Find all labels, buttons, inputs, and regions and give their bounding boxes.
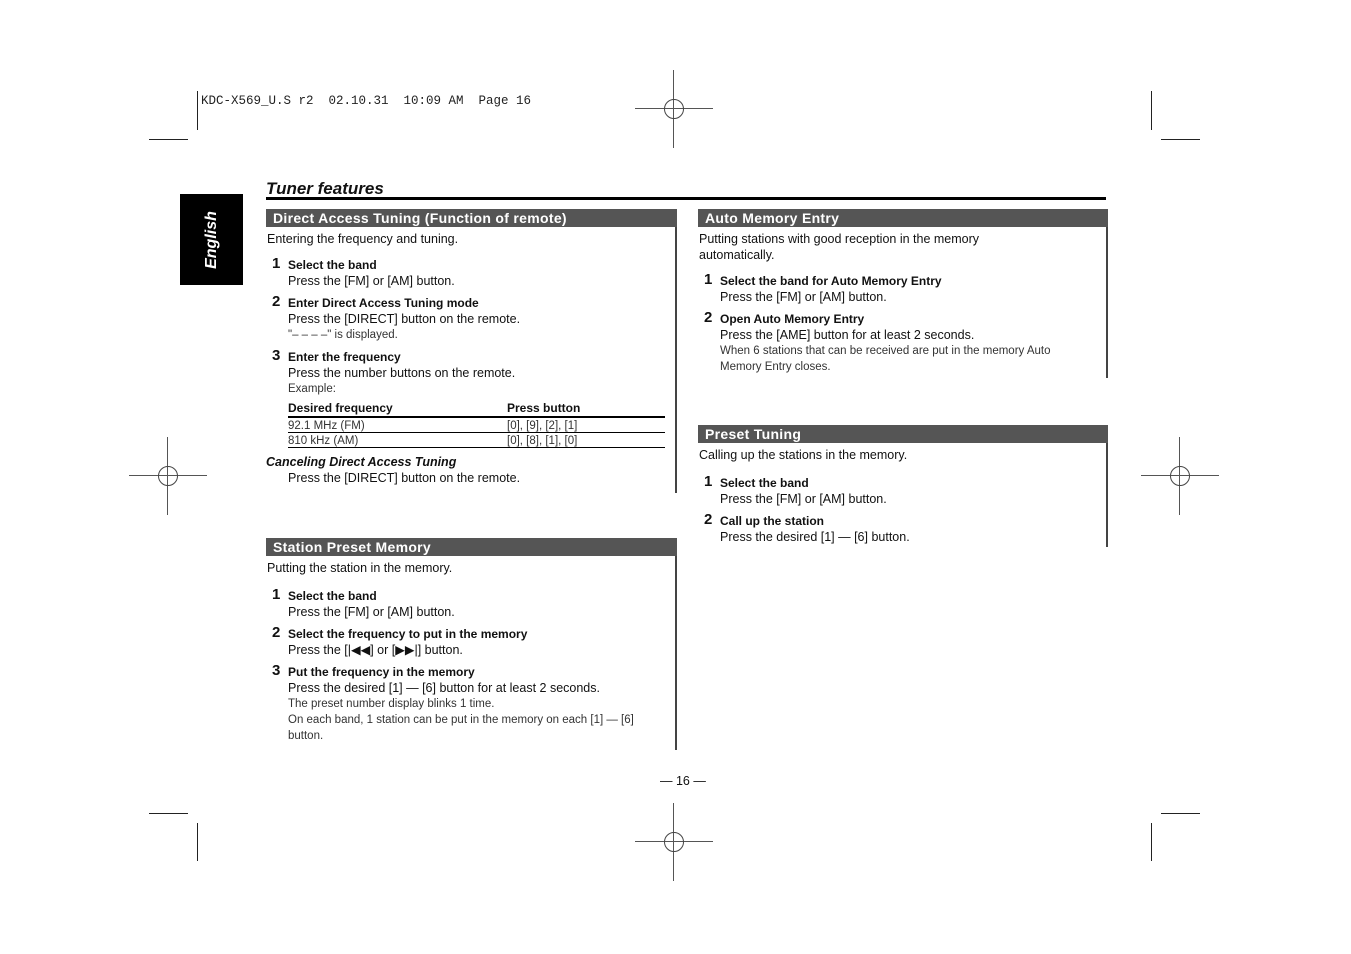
step-note: "– – – –" is displayed. — [288, 329, 398, 341]
step-desc: Press the desired [1] — [6] button. — [720, 530, 910, 544]
step: 2 Enter Direct Access Tuning mode Press … — [266, 293, 675, 343]
registration-mark-icon — [635, 70, 713, 148]
step-number: 2 — [272, 624, 281, 641]
section-intro: Entering the frequency and tuning. — [267, 232, 459, 246]
registration-mark-icon — [129, 437, 207, 515]
language-tab-label: English — [202, 210, 220, 269]
step-title: Select the frequency to put in the memor… — [288, 627, 528, 641]
step: 2 Call up the station Press the desired … — [698, 511, 1106, 545]
step-desc: Press the [AME] button for at least 2 se… — [720, 328, 975, 342]
crop-mark — [1161, 813, 1200, 814]
section-intro: Putting the station in the memory. — [267, 561, 453, 575]
step: 1 Select the band for Auto Memory Entry … — [698, 271, 1106, 305]
step: 1 Select the band Press the [FM] or [AM]… — [266, 586, 675, 620]
section-intro: Putting stations with good reception in … — [699, 232, 980, 262]
cancel-heading: Canceling Direct Access Tuning — [266, 455, 457, 469]
step-number: 1 — [272, 255, 281, 272]
step-number: 1 — [272, 586, 281, 603]
step-desc: Press the [FM] or [AM] button. — [288, 605, 455, 619]
step: 3 Put the frequency in the memory Press … — [266, 662, 675, 744]
step: 1 Select the band Press the [FM] or [AM]… — [698, 473, 1106, 507]
cancel-desc: Press the [DIRECT] button on the remote. — [288, 471, 521, 485]
registration-mark-icon — [1141, 437, 1219, 515]
step-desc: Press the [FM] or [AM] button. — [720, 492, 887, 506]
crop-mark — [149, 139, 188, 140]
step-note: The preset number display blinks 1 time. — [288, 698, 495, 710]
section-heading: Auto Memory Entry — [698, 209, 1108, 227]
step-note: When 6 stations that can be received are… — [720, 345, 1051, 373]
crop-mark — [149, 813, 188, 814]
crop-mark — [1151, 91, 1152, 130]
step-title: Select the band — [720, 476, 809, 490]
title-rule — [266, 197, 1106, 200]
step: 2 Open Auto Memory Entry Press the [AME]… — [698, 309, 1106, 375]
print-slug: KDC-X569_U.S r2 02.10.31 10:09 AM Page 1… — [201, 94, 532, 108]
crop-mark — [197, 91, 198, 130]
page-title: Tuner features — [266, 179, 384, 198]
table-cell: 92.1 MHz (FM) — [288, 417, 507, 433]
table-cell: 810 kHz (AM) — [288, 432, 507, 448]
step-note: On each band, 1 station can be put in th… — [288, 714, 634, 742]
step-title: Select the band for Auto Memory Entry — [720, 274, 942, 288]
section-direct-access: Direct Access Tuning (Function of remote… — [266, 209, 677, 493]
step: 1 Select the band Press the [FM] or [AM]… — [266, 255, 675, 289]
step-desc: Press the [FM] or [AM] button. — [720, 290, 887, 304]
step-number: 3 — [272, 347, 281, 364]
table-row: 92.1 MHz (FM) [0], [9], [2], [1] — [288, 417, 665, 433]
table-header: Press button — [507, 399, 665, 418]
step: 3 Enter the frequency Press the number b… — [266, 347, 675, 448]
section-station-preset: Station Preset Memory Putting the statio… — [266, 538, 677, 750]
step-note: Example: — [288, 383, 336, 395]
crop-mark — [1151, 823, 1152, 861]
step-title: Enter the frequency — [288, 350, 401, 364]
step-desc: Press the number buttons on the remote. — [288, 366, 516, 380]
step-number: 2 — [704, 309, 713, 326]
page-number: — 16 — — [660, 774, 706, 788]
table-cell: [0], [9], [2], [1] — [507, 417, 665, 433]
step-desc: Press the [FM] or [AM] button. — [288, 274, 455, 288]
section-auto-memory: Auto Memory Entry Putting stations with … — [698, 209, 1108, 378]
step-title: Call up the station — [720, 514, 825, 528]
section-intro: Calling up the stations in the memory. — [699, 448, 908, 462]
step-desc: Press the desired [1] — [6] button for a… — [288, 681, 600, 695]
step-number: 2 — [704, 511, 713, 528]
section-heading: Preset Tuning — [698, 425, 1108, 443]
section-heading: Direct Access Tuning (Function of remote… — [266, 209, 677, 227]
crop-mark — [1161, 139, 1200, 140]
step-number: 1 — [704, 473, 713, 490]
section-preset-tuning: Preset Tuning Calling up the stations in… — [698, 425, 1108, 547]
step-title: Put the frequency in the memory — [288, 665, 475, 679]
table-cell: [0], [8], [1], [0] — [507, 432, 665, 448]
step-title: Select the band — [288, 589, 377, 603]
language-tab: English — [180, 194, 243, 285]
step-desc: Press the [DIRECT] button on the remote. — [288, 312, 521, 326]
step-number: 2 — [272, 293, 281, 310]
step-desc: Press the [|◀◀] or [▶▶|] button. — [288, 643, 463, 657]
step-title: Select the band — [288, 258, 377, 272]
step-title: Enter Direct Access Tuning mode — [288, 296, 479, 310]
step: 2 Select the frequency to put in the mem… — [266, 624, 675, 658]
table-header: Desired frequency — [288, 399, 507, 418]
registration-mark-icon — [635, 803, 713, 881]
table-row: 810 kHz (AM) [0], [8], [1], [0] — [288, 432, 665, 448]
step-number: 1 — [704, 271, 713, 288]
example-table: Desired frequency Press button 92.1 MHz … — [288, 399, 665, 448]
step-number: 3 — [272, 662, 281, 679]
section-heading: Station Preset Memory — [266, 538, 677, 556]
crop-mark — [197, 823, 198, 861]
step-title: Open Auto Memory Entry — [720, 312, 865, 326]
